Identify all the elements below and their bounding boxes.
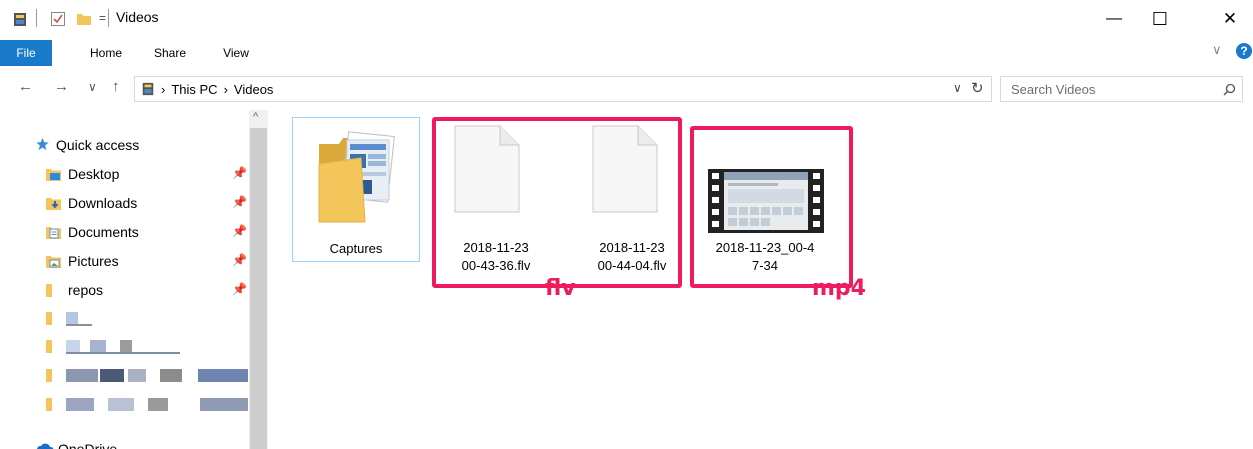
mp4-highlight-box (690, 126, 853, 288)
address-bar[interactable]: › This PC › Videos ∨ ↻ (134, 76, 992, 102)
window-title: Videos (116, 9, 159, 25)
minimize-icon: — (1106, 10, 1122, 27)
redacted-label (66, 369, 98, 382)
star-icon (36, 137, 49, 151)
ribbon-expand-icon[interactable]: ∨ (1212, 42, 1222, 58)
recent-locations-icon[interactable]: ∨ (88, 80, 97, 94)
help-icon[interactable]: ? (1236, 43, 1252, 59)
properties-icon[interactable] (50, 11, 66, 27)
close-button[interactable]: ✕ (1207, 0, 1253, 38)
redacted-label (66, 340, 80, 352)
sidebar-item-onedrive[interactable]: OneDrive (0, 432, 249, 449)
search-box[interactable]: Search Videos (1000, 76, 1243, 102)
forward-icon[interactable]: → (54, 78, 69, 95)
sidebar-item-label: Desktop (68, 166, 120, 182)
sidebar-item-label: OneDrive (58, 441, 118, 449)
title-bar: = Videos — ☐ ✕ (0, 0, 1253, 38)
redacted-label (160, 369, 182, 382)
folder-icon (46, 369, 52, 382)
folder-icon (318, 131, 395, 223)
pictures-folder-icon (46, 256, 61, 268)
pin-icon[interactable]: 📌 (232, 224, 247, 238)
redacted-label (66, 324, 92, 326)
address-dropdown-icon[interactable]: ∨ (953, 81, 962, 95)
file-name: Captures (329, 241, 383, 256)
redacted-label (66, 352, 180, 354)
minimize-button[interactable]: — (1091, 0, 1137, 38)
folder-icon (46, 284, 52, 297)
tab-file[interactable]: File (0, 40, 52, 66)
file-item-captures[interactable]: Captures (292, 117, 420, 262)
back-icon[interactable]: ← (18, 78, 33, 95)
redacted-label (66, 398, 94, 411)
sidebar-item-label: Downloads (68, 195, 138, 211)
redacted-label (100, 369, 124, 382)
folder-icon (46, 398, 52, 411)
documents-folder-icon (46, 227, 61, 239)
downloads-folder-icon (46, 198, 61, 210)
sidebar-item-label: Pictures (68, 253, 119, 269)
tab-home[interactable]: Home (76, 42, 136, 64)
search-input[interactable]: Search Videos (1011, 82, 1095, 97)
redacted-label (128, 369, 146, 382)
navigation-pane: Quick access Desktop 📌 Downloads 📌 Docum… (0, 110, 268, 449)
folder-icon (46, 340, 52, 353)
sidebar-item-pictures[interactable]: Pictures 📌 (0, 247, 249, 275)
sidebar-item-label: repos (68, 282, 104, 298)
sidebar-item-redacted[interactable] (0, 338, 249, 356)
flv-highlight-box (432, 117, 682, 288)
redacted-label (66, 312, 78, 324)
pin-icon[interactable]: 📌 (232, 195, 247, 209)
scroll-up-icon[interactable]: ^ (253, 111, 258, 123)
close-icon: ✕ (1222, 9, 1238, 28)
folder-icon (46, 312, 52, 325)
breadcrumb-videos[interactable]: Videos (234, 82, 274, 97)
tab-view[interactable]: View (206, 42, 266, 64)
scrollbar-thumb[interactable] (250, 128, 267, 449)
cloud-icon (37, 443, 54, 449)
breadcrumb-separator: › (161, 81, 166, 97)
up-icon[interactable]: ↑ (112, 78, 120, 95)
sidebar-item-redacted[interactable] (0, 310, 249, 328)
refresh-icon[interactable]: ↻ (971, 79, 984, 97)
tab-share[interactable]: Share (140, 42, 200, 64)
redacted-label (198, 369, 248, 382)
sidebar-item-quick-access[interactable]: Quick access (0, 131, 249, 159)
search-icon[interactable] (1223, 83, 1236, 96)
breadcrumb-this-pc[interactable]: This PC (171, 82, 217, 97)
maximize-button[interactable]: ☐ (1137, 0, 1183, 38)
breadcrumb: › This PC › Videos (135, 82, 279, 97)
customize-toolbar-icon[interactable]: = (99, 11, 106, 25)
title-separator (108, 9, 109, 27)
sidebar-item-label: Quick access (56, 137, 140, 153)
breadcrumb-separator: › (223, 81, 228, 97)
pin-icon[interactable]: 📌 (232, 282, 247, 296)
flv-annotation-label: flv (545, 276, 576, 301)
navigation-bar: ← → ∨ ↑ › This PC › Videos ∨ ↻ Search Vi… (0, 72, 1253, 106)
redacted-label (148, 398, 168, 411)
pin-icon[interactable]: 📌 (232, 253, 247, 267)
desktop-folder-icon (46, 169, 61, 181)
redacted-label (108, 398, 134, 411)
sidebar-item-desktop[interactable]: Desktop 📌 (0, 160, 249, 188)
this-pc-icon (142, 82, 154, 96)
ribbon-tabs: File Home Share View ∨ ? (0, 38, 1253, 66)
redacted-label (90, 340, 106, 352)
sidebar-item-documents[interactable]: Documents 📌 (0, 218, 249, 246)
new-folder-icon[interactable] (76, 11, 92, 27)
sidebar-item-label: Documents (68, 224, 139, 240)
sidebar-item-downloads[interactable]: Downloads 📌 (0, 189, 249, 217)
redacted-label (200, 398, 248, 411)
explorer-app-icon[interactable] (12, 11, 28, 27)
redacted-label (120, 340, 132, 352)
maximize-icon: ☐ (1151, 8, 1169, 29)
sidebar-item-repos[interactable]: repos 📌 (0, 276, 249, 304)
mp4-annotation-label: mp4 (812, 276, 866, 301)
sidebar-item-redacted[interactable] (0, 396, 249, 414)
title-separator (36, 9, 37, 27)
pin-icon[interactable]: 📌 (232, 166, 247, 180)
sidebar-item-redacted[interactable] (0, 367, 249, 385)
